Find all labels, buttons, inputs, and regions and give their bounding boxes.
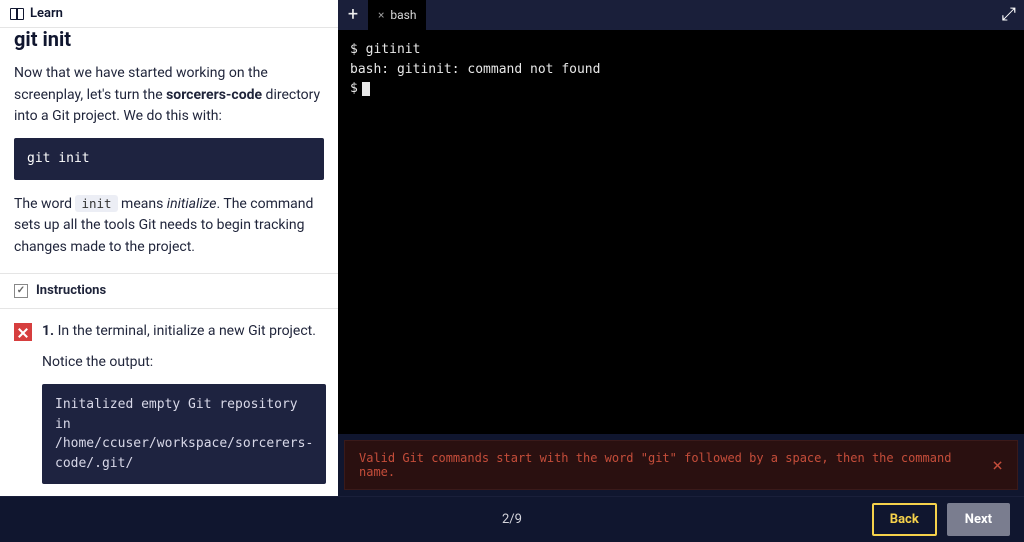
terminal-cursor <box>362 82 370 96</box>
terminal-tab-bar: + × bash ⤢ <box>338 0 1024 30</box>
instructions-header: ✓ Instructions <box>0 273 338 309</box>
back-button[interactable]: Back <box>872 503 937 536</box>
lesson-tab-label: Learn <box>30 6 63 21</box>
close-icon[interactable]: × <box>378 8 384 22</box>
instruction-step-1: 1. In the terminal, initialize a new Git… <box>14 321 324 496</box>
lesson-section-title: git init <box>14 28 324 55</box>
terminal-add-tab-button[interactable]: + <box>338 1 368 29</box>
step-line-2: Notice the output: <box>42 352 326 374</box>
book-icon <box>10 8 24 19</box>
progress-indicator: 2/9 <box>502 512 522 527</box>
lesson-codeblock-1: git init <box>14 138 324 180</box>
terminal-line: bash: gitinit: command not found <box>350 60 1012 80</box>
lesson-panel: Learn git init Now that we have started … <box>0 0 338 496</box>
error-hint-bar: Valid Git commands start with the word "… <box>344 440 1018 490</box>
terminal-line: $ gitinit <box>350 40 1012 60</box>
terminal-body[interactable]: $ gitinit bash: gitinit: command not fou… <box>338 30 1024 434</box>
step-code-output: Initalized empty Git repository in /home… <box>42 384 326 484</box>
instructions-label: Instructions <box>36 281 106 301</box>
lesson-body: git init Now that we have started workin… <box>0 28 338 496</box>
checkbox-icon: ✓ <box>14 284 28 298</box>
lesson-paragraph-2: The word init means initialize. The comm… <box>14 194 324 259</box>
lesson-paragraph-1: Now that we have started working on the … <box>14 63 324 128</box>
next-button[interactable]: Next <box>947 503 1010 536</box>
step-status-error-icon <box>14 323 32 341</box>
expand-icon[interactable]: ⤢ <box>1002 4 1016 25</box>
terminal-tab-bash[interactable]: × bash <box>368 0 426 30</box>
step-line-1: 1. In the terminal, initialize a new Git… <box>42 321 326 343</box>
terminal-tab-label: bash <box>390 8 416 22</box>
terminal-panel: + × bash ⤢ $ gitinit bash: gitinit: comm… <box>338 0 1024 496</box>
lesson-tab-bar: Learn <box>0 0 338 28</box>
lesson-footer: 2/9 Back Next <box>0 496 1024 542</box>
error-hint-text: Valid Git commands start with the word "… <box>359 451 992 479</box>
close-icon[interactable]: × <box>992 455 1003 476</box>
terminal-line: $ <box>350 79 1012 99</box>
